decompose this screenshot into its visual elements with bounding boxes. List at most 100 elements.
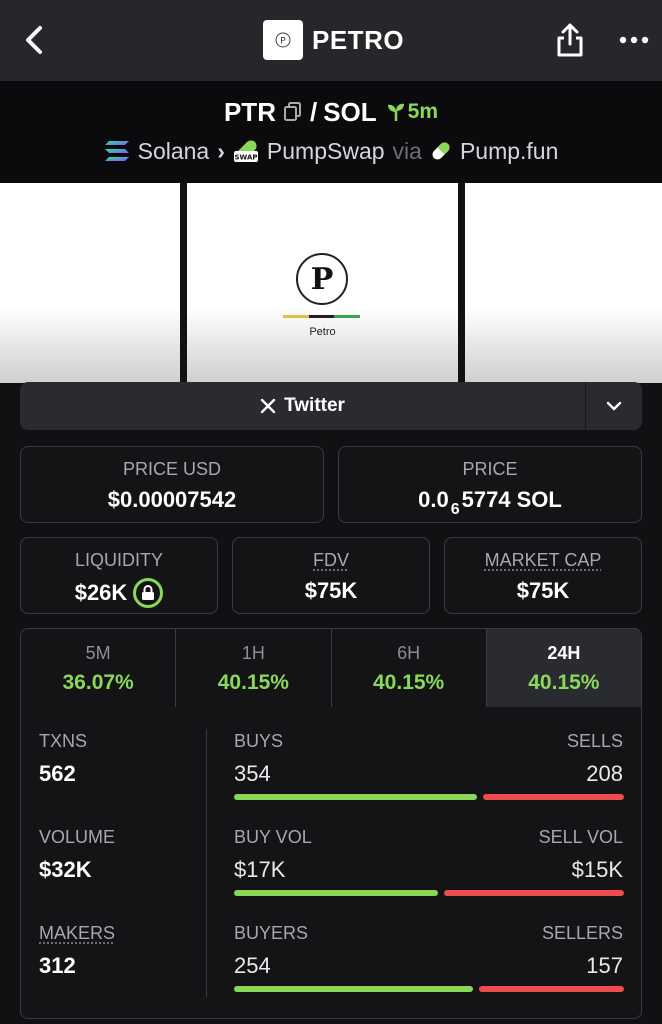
chain-link[interactable]: Solana [138, 138, 210, 165]
tab-6h[interactable]: 6H 40.15% [332, 629, 487, 707]
token-banner: P Petro [0, 183, 662, 383]
chevron-left-icon [26, 26, 42, 54]
more-options-button[interactable] [614, 20, 654, 60]
buyers-label: BUYERS [234, 923, 309, 943]
token-logo: P [263, 20, 303, 60]
tab-change: 40.15% [528, 671, 600, 694]
x-logo-icon [260, 398, 276, 414]
price-prefix: 0.0 [418, 487, 449, 512]
tab-change: 36.07% [62, 671, 134, 694]
petro-logo-icon: P [275, 32, 291, 48]
top-nav-bar: P PETRO [0, 0, 662, 81]
banner-panel-right [465, 183, 662, 383]
volume-label: VOLUME [39, 827, 116, 847]
txns-value: 562 [39, 761, 76, 786]
makers-value: 312 [39, 953, 76, 978]
age-text: 5m [407, 100, 439, 123]
buys-label: BUYS [234, 731, 284, 751]
petro-logo-icon: P [296, 253, 348, 305]
petro-stripe [283, 315, 361, 318]
pumpswap-icon: SWAP [233, 140, 258, 162]
trading-stats-panel: TXNS 562 BUYS SELLS 354 208 VOLUME $32K … [20, 707, 642, 1019]
liquidity-label: LIQUIDITY [74, 550, 163, 570]
route-row: Solana › SWAP PumpSwap via Pump.fun [0, 135, 662, 167]
tab-label: 6H [397, 643, 421, 663]
sells-value: 208 [586, 761, 623, 786]
more-dots-icon [619, 36, 649, 44]
volume-value: $32K [39, 857, 92, 882]
base-symbol: PTR [223, 96, 276, 127]
sprout-icon [387, 103, 404, 121]
tab-change: 40.15% [217, 671, 289, 694]
chevron-down-icon [606, 401, 622, 411]
tab-1h[interactable]: 1H 40.15% [176, 629, 332, 707]
tab-5m[interactable]: 5M 36.07% [21, 629, 177, 707]
tab-label: 5M [85, 643, 111, 663]
makers-row: MAKERS 312 BUYERS SELLERS 254 157 [21, 899, 641, 995]
tab-change: 40.15% [373, 671, 445, 694]
dex-link[interactable]: PumpSwap [267, 138, 385, 165]
tab-label: 1H [241, 643, 265, 663]
back-button[interactable] [14, 20, 54, 60]
price-usd-value: $0.00007542 [107, 487, 237, 512]
price-usd-label: PRICE USD [122, 459, 221, 479]
sell-bar [479, 986, 624, 992]
solana-icon [104, 141, 129, 161]
buy-vol-value: $17K [234, 857, 286, 882]
price-native-card: PRICE 0.0 65774 SOL [338, 446, 642, 523]
price-native-label: PRICE [462, 459, 518, 479]
twitter-label: Twitter [284, 395, 345, 416]
sells-label: SELLS [566, 731, 623, 751]
liquidity-card: LIQUIDITY $26K [20, 537, 218, 614]
buys-value: 354 [234, 761, 271, 786]
via-text: via [392, 137, 422, 164]
copy-icon[interactable] [283, 102, 302, 122]
tab-label: 24H [547, 643, 581, 663]
pill-icon [432, 142, 450, 160]
page-title: PETRO [312, 25, 405, 55]
pair-header: PTR / SOL 5m Solana › SWAP PumpSwap via … [0, 81, 662, 183]
buyers-sellers-bar [234, 986, 624, 992]
volume-row: VOLUME $32K BUY VOL SELL VOL $17K $15K [21, 803, 641, 899]
sell-bar [483, 794, 624, 800]
socials-dropdown-button[interactable] [586, 382, 642, 430]
market-cap-label: MARKET CAP [484, 550, 602, 570]
quote-symbol: SOL [323, 96, 377, 127]
launchpad-link[interactable]: Pump.fun [460, 138, 558, 165]
makers-label: MAKERS [39, 923, 116, 943]
social-links-bar: Twitter [20, 382, 642, 430]
liquidity-value: $26K [74, 580, 128, 605]
sell-bar [444, 890, 624, 896]
pair-row: PTR / SOL 5m [0, 95, 662, 129]
market-cap-card[interactable]: MARKET CAP $75K [444, 537, 642, 614]
tab-24h[interactable]: 24H 40.15% [486, 629, 641, 707]
buy-vol-label: BUY VOL [234, 827, 312, 847]
buy-sell-ratio-bar [234, 794, 624, 800]
price-zero-count: 6 [450, 501, 460, 518]
pair-age: 5m [387, 100, 438, 124]
svg-text:P: P [280, 37, 286, 47]
txns-row: TXNS 562 BUYS SELLS 354 208 [21, 707, 641, 803]
buy-sell-volume-bar [234, 890, 624, 896]
price-usd-card: PRICE USD $0.00007542 [20, 446, 324, 523]
svg-text:SWAP: SWAP [234, 154, 257, 162]
sellers-value: 157 [586, 953, 623, 978]
fdv-value: $75K [304, 578, 358, 603]
share-button[interactable] [550, 18, 590, 62]
sell-vol-label: SELL VOL [538, 827, 623, 847]
banner-panel-left [0, 183, 180, 383]
price-native-value: 0.0 65774 SOL [339, 487, 641, 518]
twitter-button[interactable]: Twitter [20, 382, 585, 430]
lock-icon[interactable] [133, 578, 164, 608]
petro-wordmark: Petro [309, 326, 336, 338]
route-chevron-icon: › [217, 137, 225, 164]
buy-bar [234, 890, 438, 896]
share-icon [557, 23, 583, 57]
buy-bar [234, 794, 477, 800]
timeframe-tabs: 5M 36.07% 1H 40.15% 6H 40.15% 24H 40.15% [20, 628, 642, 708]
fdv-card[interactable]: FDV $75K [232, 537, 430, 614]
buy-bar [234, 986, 473, 992]
price-unit: SOL [516, 487, 562, 512]
liquidity-value-row: $26K [21, 578, 217, 608]
banner-panel-center: P Petro [187, 183, 458, 383]
